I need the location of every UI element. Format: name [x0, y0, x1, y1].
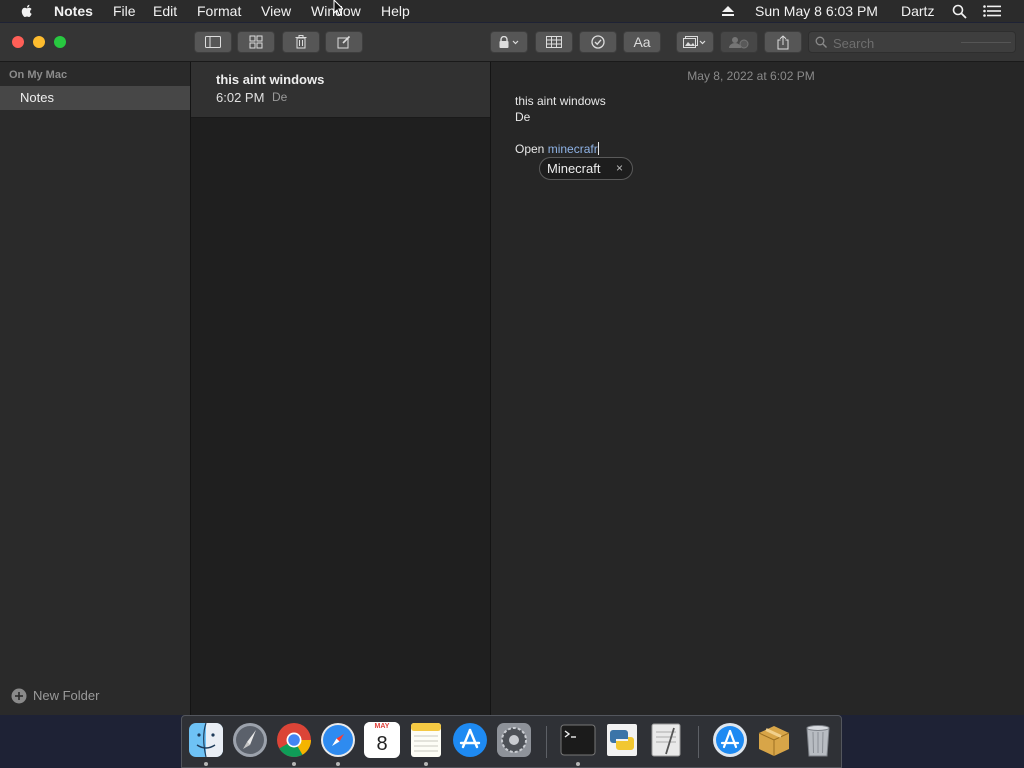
menu-bar: Notes File Edit Format View Window Help … [0, 0, 1024, 22]
checklist-icon [591, 35, 605, 49]
menu-format[interactable]: Format [197, 3, 241, 19]
app-store-icon[interactable] [452, 722, 488, 758]
note-line[interactable]: De [515, 110, 530, 124]
downloads-stack-icon[interactable] [712, 722, 748, 758]
notification-center-icon[interactable] [983, 5, 1001, 17]
attachments-button[interactable] [676, 31, 714, 53]
running-indicator [336, 762, 340, 766]
typing-word: minecrafr [547, 142, 598, 156]
menu-app-name[interactable]: Notes [54, 3, 93, 19]
note-title: this aint windows [216, 72, 325, 87]
sidebar-toggle-button[interactable] [194, 31, 232, 53]
launchpad-icon[interactable] [232, 722, 268, 758]
plus-circle-icon [11, 688, 27, 704]
menu-edit[interactable]: Edit [153, 3, 177, 19]
grid-icon [249, 35, 263, 49]
autocorrect-word[interactable]: Minecraft [547, 161, 600, 176]
compose-icon [337, 35, 351, 49]
terminal-icon[interactable] [560, 722, 596, 758]
search-divider [961, 42, 1011, 43]
eject-icon[interactable] [721, 5, 735, 17]
close-window-button[interactable] [12, 36, 24, 48]
sidebar-icon [205, 36, 221, 48]
lock-note-button[interactable] [490, 31, 528, 53]
window-toolbar: Aa [0, 23, 1024, 62]
script-editor-icon[interactable] [648, 722, 684, 758]
note-typing-line[interactable]: Open minecrafr [515, 142, 599, 156]
running-indicator [292, 762, 296, 766]
finder-icon[interactable] [188, 722, 224, 758]
mouse-pointer-icon [333, 0, 343, 16]
photo-gallery-icon [683, 36, 706, 48]
sidebar-item-notes[interactable]: Notes [0, 86, 190, 110]
format-text-label: Aa [633, 34, 651, 50]
note-preview: De [272, 90, 288, 104]
table-icon [546, 36, 562, 48]
delete-note-button[interactable] [282, 31, 320, 53]
calendar-month: MAY [364, 722, 400, 732]
typing-prefix: Open [515, 142, 548, 156]
share-icon [777, 34, 789, 49]
sidebar-section-title: On My Mac [9, 69, 68, 81]
dock-separator [698, 726, 699, 758]
minimize-window-button[interactable] [33, 36, 45, 48]
search-input[interactable] [831, 34, 965, 52]
add-people-icon [729, 37, 749, 49]
archive-utility-icon[interactable] [756, 722, 792, 758]
running-indicator [204, 762, 208, 766]
note-list-item[interactable]: this aint windows 6:02 PM De [191, 62, 490, 118]
notes-window: Aa On My Mac Notes New Folder this ai [0, 23, 1024, 715]
collaborate-button[interactable] [720, 31, 758, 53]
menu-user[interactable]: Dartz [901, 3, 934, 19]
menu-file[interactable]: File [113, 3, 136, 19]
zoom-window-button[interactable] [54, 36, 66, 48]
dock-separator [546, 726, 547, 758]
running-indicator [576, 762, 580, 766]
python-launcher-icon[interactable] [604, 722, 640, 758]
lock-icon [499, 36, 519, 48]
menu-help[interactable]: Help [381, 3, 410, 19]
menu-clock[interactable]: Sun May 8 6:03 PM [755, 3, 878, 19]
note-editor[interactable]: May 8, 2022 at 6:02 PM this aint windows… [491, 62, 1024, 715]
gallery-view-button[interactable] [237, 31, 275, 53]
sidebar-item-label: Notes [20, 90, 54, 105]
note-date: May 8, 2022 at 6:02 PM [687, 69, 815, 83]
checklist-button[interactable] [579, 31, 617, 53]
new-folder-label: New Folder [33, 688, 100, 703]
system-preferences-icon[interactable] [496, 722, 532, 758]
note-line[interactable]: this aint windows [515, 94, 606, 108]
calendar-day: 8 [376, 733, 388, 755]
autocorrect-dismiss-icon[interactable]: × [616, 161, 623, 175]
safari-icon[interactable] [320, 722, 356, 758]
trash-icon[interactable] [800, 722, 836, 758]
compose-note-button[interactable] [325, 31, 363, 53]
insert-table-button[interactable] [535, 31, 573, 53]
note-time: 6:02 PM [216, 90, 265, 105]
notes-app-icon[interactable] [408, 722, 444, 758]
search-field[interactable] [808, 31, 1016, 53]
text-caret [597, 142, 599, 155]
trash-icon [295, 35, 307, 49]
format-text-button[interactable]: Aa [623, 31, 661, 53]
calendar-icon[interactable]: MAY 8 [364, 722, 400, 758]
apple-icon[interactable] [19, 3, 35, 19]
folders-sidebar: On My Mac Notes New Folder [0, 62, 191, 715]
menu-view[interactable]: View [261, 3, 291, 19]
autocorrect-suggestion[interactable]: Minecraft × [539, 157, 633, 180]
dock: MAY 8 [181, 715, 842, 768]
spotlight-search-icon[interactable] [952, 4, 967, 19]
share-button[interactable] [764, 31, 802, 53]
chrome-icon[interactable] [276, 722, 312, 758]
running-indicator [424, 762, 428, 766]
note-list: this aint windows 6:02 PM De [191, 62, 491, 715]
search-icon [815, 36, 827, 48]
